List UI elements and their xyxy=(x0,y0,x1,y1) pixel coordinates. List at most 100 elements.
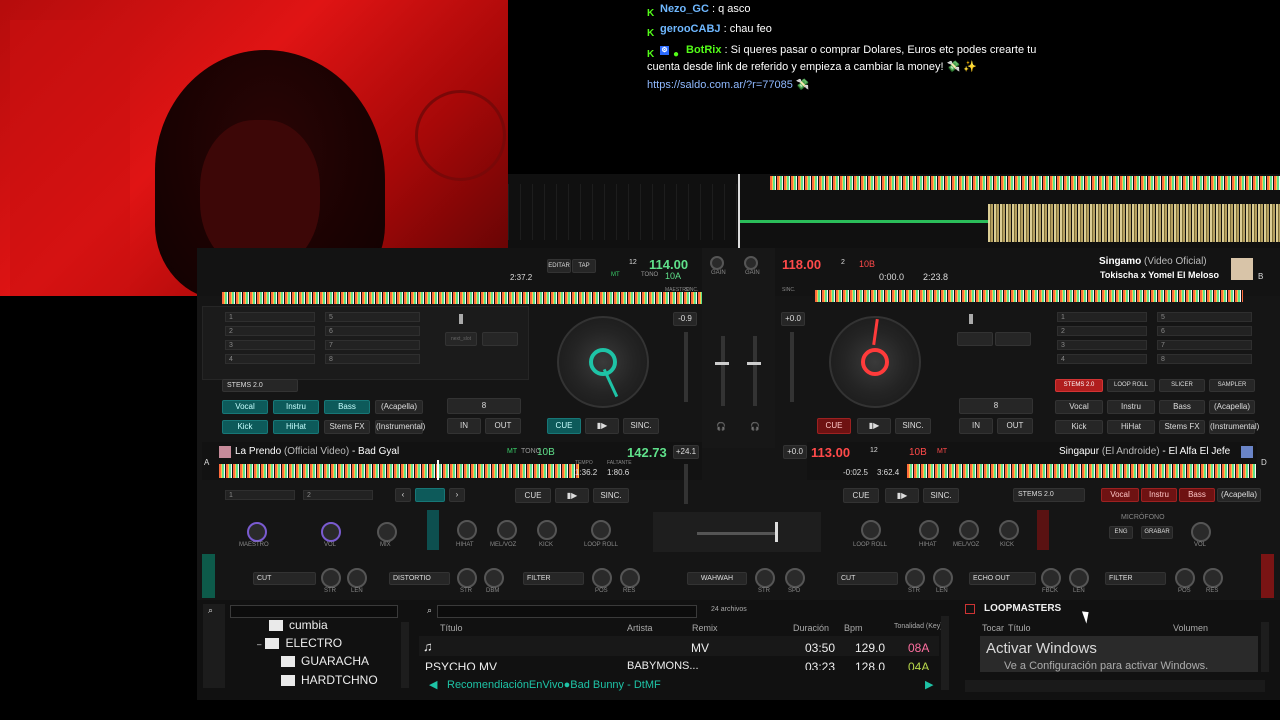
gain-knob[interactable] xyxy=(710,256,724,270)
deck-a-jog-wheel[interactable] xyxy=(557,316,649,408)
stem-acapella-button[interactable]: (Acapella) xyxy=(1217,488,1261,502)
fx-knob[interactable] xyxy=(321,568,341,588)
chat-link[interactable]: https://saldo.com.ar/?r=77085 💸 xyxy=(647,79,810,91)
fx-knob[interactable] xyxy=(905,568,925,588)
headphone-icon[interactable]: 🎧 xyxy=(750,422,760,431)
folder-item[interactable]: HARDTCHNO xyxy=(281,673,378,687)
tap-button[interactable]: TAP xyxy=(572,259,596,273)
next-arrow-button[interactable]: › xyxy=(449,488,465,502)
fx-slot[interactable]: 2 xyxy=(303,490,373,500)
mel-voz-knob[interactable] xyxy=(959,520,979,540)
status-right-arrow-icon[interactable]: ▶ xyxy=(925,678,933,691)
fx-knob[interactable] xyxy=(592,568,612,588)
loop-out-button[interactable]: OUT xyxy=(485,418,521,434)
hotcue-slot[interactable]: 4 xyxy=(225,354,315,364)
tab-slicer[interactable]: SLICER xyxy=(1159,379,1205,392)
deck-a-cue-button[interactable]: CUE xyxy=(547,418,581,434)
tab-sampler[interactable]: SAMPLER xyxy=(1209,379,1255,392)
fx-knob[interactable] xyxy=(620,568,640,588)
stem-vocal-button[interactable]: Vocal xyxy=(1101,488,1139,502)
deck-a-pitch-slider[interactable] xyxy=(684,332,688,402)
loop-in-button[interactable]: IN xyxy=(447,418,481,434)
fx-dropdown[interactable]: FILTER xyxy=(1105,572,1166,585)
stem-hihat-button[interactable]: HiHat xyxy=(1107,420,1155,434)
stems-fx-button[interactable]: Stems FX xyxy=(324,420,370,434)
stem-bass-button[interactable]: Bass xyxy=(1179,488,1215,502)
gain-knob[interactable] xyxy=(744,256,758,270)
column-header-artist[interactable]: Artista xyxy=(627,623,653,633)
mixer-fx-dropdown[interactable]: WAHWAH xyxy=(687,572,747,585)
deck-d-cue-button[interactable]: CUE xyxy=(843,488,879,503)
hotcue-slot[interactable]: 7 xyxy=(325,340,420,350)
stem-instru-button[interactable]: Instru xyxy=(273,400,319,414)
loop-size-selector[interactable]: 8 xyxy=(447,398,521,414)
mic-eng-button[interactable]: ENG xyxy=(1109,526,1133,539)
stem-bass-button[interactable]: Bass xyxy=(1159,400,1205,414)
folder-scrollbar[interactable] xyxy=(401,622,409,688)
fx-knob[interactable] xyxy=(347,568,367,588)
column-header-title[interactable]: Título xyxy=(440,623,463,633)
hotcue-slot[interactable]: 3 xyxy=(1057,340,1147,350)
maestro-knob[interactable] xyxy=(247,522,267,542)
deck-b-fader-handle[interactable] xyxy=(969,314,973,324)
tab-loop-roll[interactable]: LOOP ROLL xyxy=(1107,379,1155,392)
deck-b-fx-slot-2[interactable] xyxy=(995,332,1031,346)
folder-item[interactable]: – ELECTRO xyxy=(257,636,342,650)
crossfader-track[interactable] xyxy=(697,532,777,535)
list-scrollbar[interactable] xyxy=(941,616,949,690)
hotcue-slot[interactable]: 3 xyxy=(225,340,315,350)
stems-dropdown[interactable]: STEMS 2.0 xyxy=(222,379,298,392)
fx-knob[interactable] xyxy=(1041,568,1061,588)
deck-a-video-toggle[interactable] xyxy=(427,510,439,550)
channel-fader-a-handle[interactable] xyxy=(715,362,729,365)
hotcue-slot[interactable]: 1 xyxy=(225,312,315,322)
stem-kick-button[interactable]: Kick xyxy=(1055,420,1103,434)
search-icon[interactable]: ⌕ xyxy=(208,605,213,616)
hotcue-slot[interactable]: 6 xyxy=(1157,326,1252,336)
mix-knob[interactable] xyxy=(377,522,397,542)
fx-knob[interactable] xyxy=(1175,568,1195,588)
fx-knob[interactable] xyxy=(484,568,504,588)
fx-slot[interactable]: 1 xyxy=(225,490,295,500)
fx-knob[interactable] xyxy=(933,568,953,588)
prev-arrow-button[interactable]: ‹ xyxy=(395,488,411,502)
fx-dropdown[interactable]: ECHO OUT xyxy=(969,572,1036,585)
stem-instru-button[interactable]: Instru xyxy=(1107,400,1155,414)
edit-button[interactable]: EDITAR xyxy=(547,259,571,273)
hotcue-slot[interactable]: 5 xyxy=(325,312,420,322)
loop-in-button[interactable]: IN xyxy=(959,418,993,434)
mixer-fx-knob[interactable] xyxy=(755,568,775,588)
hotcue-slot[interactable]: 8 xyxy=(325,354,420,364)
loop-select-button[interactable] xyxy=(415,488,445,502)
column-header-bpm[interactable]: Bpm xyxy=(844,623,863,633)
folder-search-input[interactable] xyxy=(230,605,398,618)
sampler-footer-tabs[interactable] xyxy=(965,680,1265,692)
deck-a-fx-slot[interactable]: next_slot xyxy=(445,332,477,346)
stem-hihat-button[interactable]: HiHat xyxy=(273,420,319,434)
hihat-knob[interactable] xyxy=(919,520,939,540)
stems-fx-button[interactable]: Stems FX xyxy=(1159,420,1205,434)
channel-fader-b[interactable] xyxy=(753,336,757,406)
deck-a-lower-cue[interactable]: CUE xyxy=(515,488,551,503)
kick-knob[interactable] xyxy=(537,520,557,540)
stem-vocal-button[interactable]: Vocal xyxy=(222,400,268,414)
hotcue-slot[interactable]: 2 xyxy=(225,326,315,336)
loop-size-selector[interactable]: 8 xyxy=(959,398,1033,414)
mixer-fx-knob[interactable] xyxy=(785,568,805,588)
stem-kick-button[interactable]: Kick xyxy=(222,420,268,434)
deck-b-fx-slot[interactable] xyxy=(957,332,993,346)
channel-fader-a[interactable] xyxy=(721,336,725,406)
hotcue-slot[interactable]: 4 xyxy=(1057,354,1147,364)
fx-dropdown[interactable]: FILTER xyxy=(523,572,584,585)
kick-knob[interactable] xyxy=(999,520,1019,540)
column-header-remix[interactable]: Remix xyxy=(692,623,718,633)
status-left-arrow-icon[interactable]: ◀ xyxy=(429,678,437,691)
deck-b-pitch-slider[interactable] xyxy=(790,332,794,402)
fx-knob[interactable] xyxy=(1069,568,1089,588)
column-header-key[interactable]: Tonalidad (Key) xyxy=(894,623,943,630)
deck-a-fader-handle[interactable] xyxy=(459,314,463,324)
hihat-knob[interactable] xyxy=(457,520,477,540)
stem-instru-button[interactable]: Instru xyxy=(1141,488,1177,502)
deck-b-play-button[interactable]: ▮▶ xyxy=(857,418,891,434)
mel-voz-knob[interactable] xyxy=(497,520,517,540)
